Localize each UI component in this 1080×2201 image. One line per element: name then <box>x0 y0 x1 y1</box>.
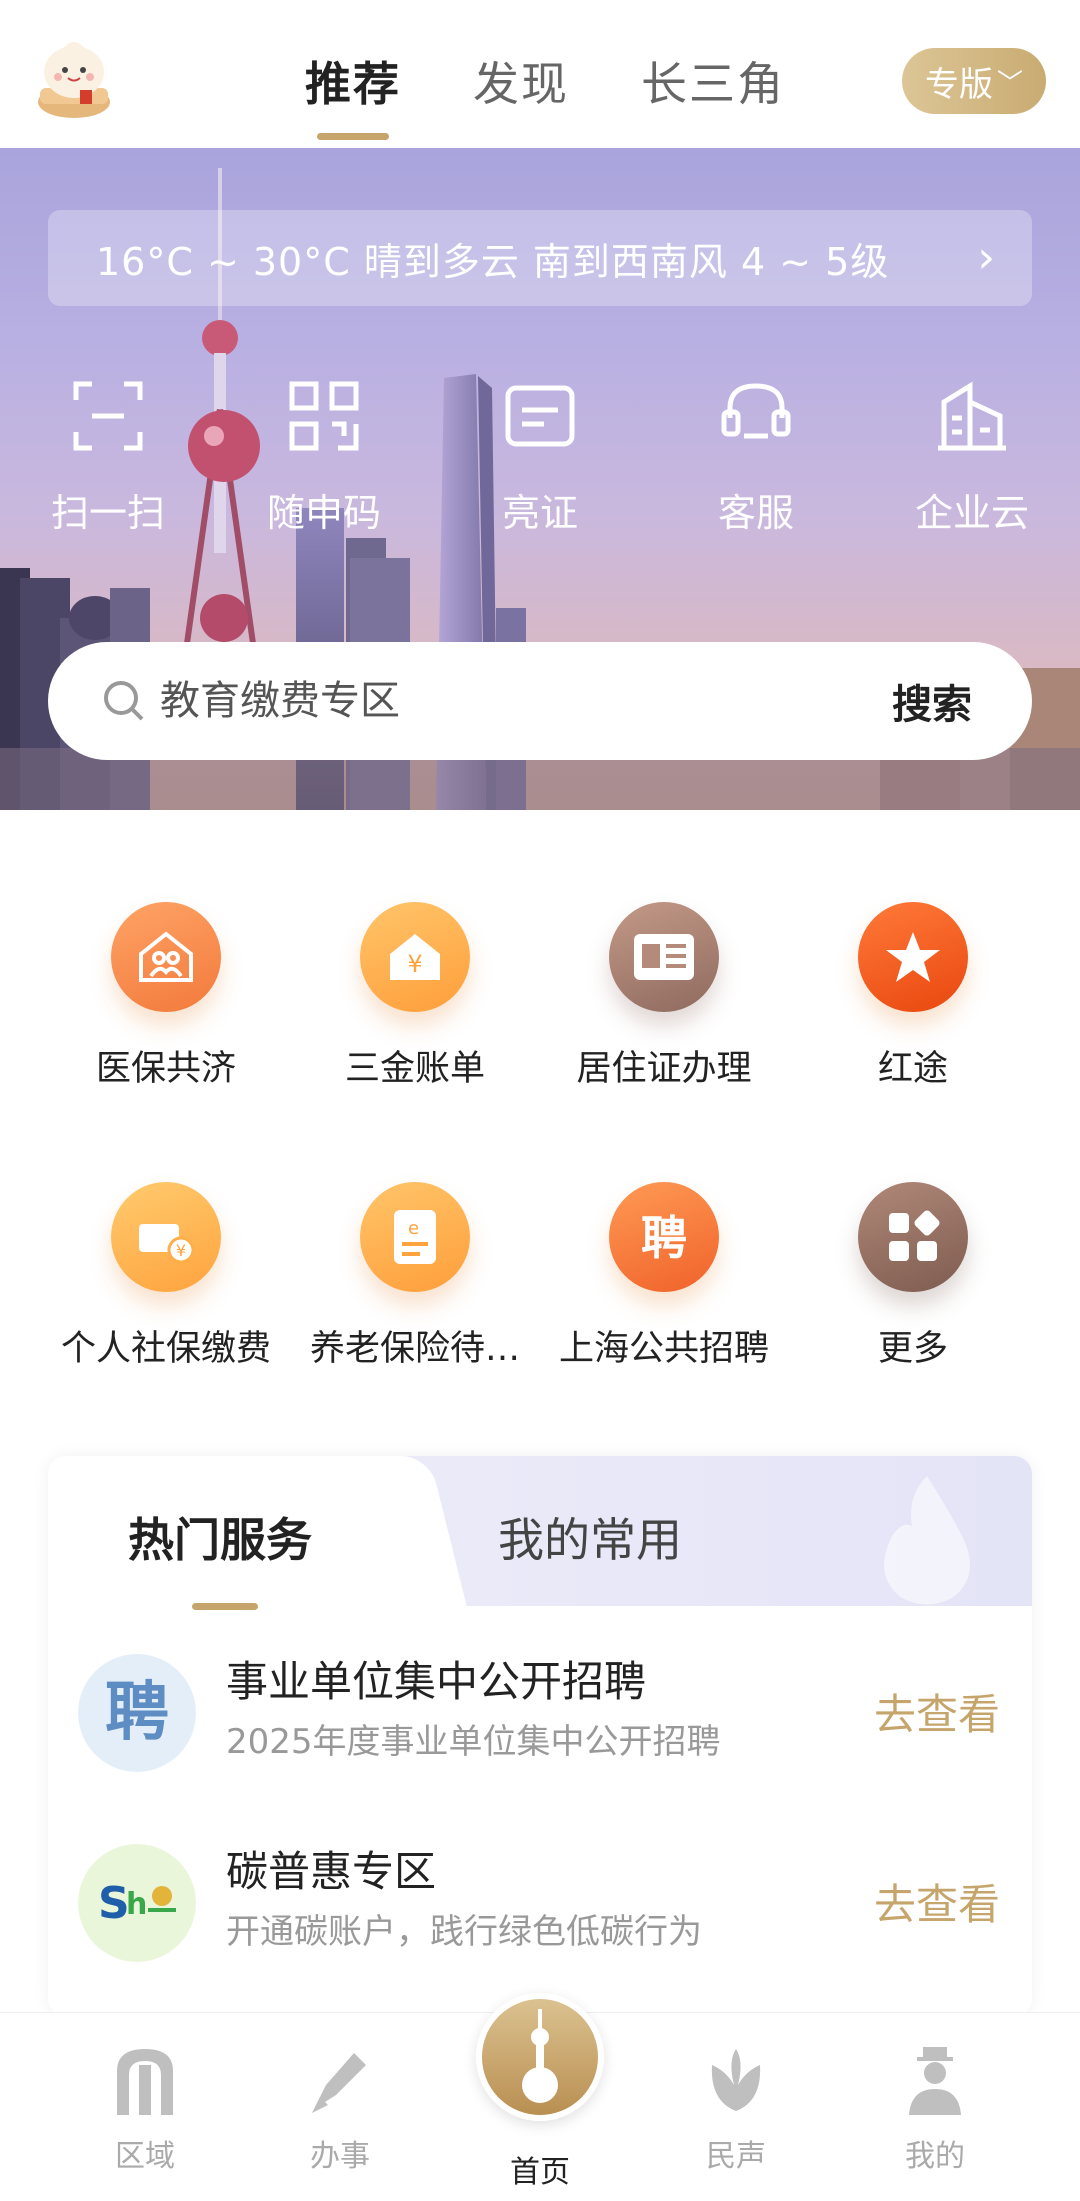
service-residence-permit[interactable]: 居住证办理 <box>539 902 789 1091</box>
quick-action-label: 客服 <box>717 491 794 535</box>
view-button[interactable]: 去查看 <box>874 1871 1000 1932</box>
yuan-house-icon: ¥ <box>360 902 470 1012</box>
service-label: 医保共济 <box>95 1049 236 1089</box>
top-bar: 推荐 发现 长三角 专版 ﹀ <box>0 0 1080 148</box>
quick-action-enterprise[interactable]: 企业云 <box>902 378 1042 537</box>
flower-icon <box>711 2049 761 2111</box>
app-page: 推荐 发现 长三角 专版 ﹀ 16°C ~ 30°C 晴到多云 南到西南风 4 … <box>0 0 1080 2201</box>
top-tabs: 推荐 发现 长三角 <box>305 48 857 114</box>
nav-affairs[interactable]: 办事 <box>240 2013 440 2175</box>
recruit-icon: 聘 <box>609 1182 719 1292</box>
quick-action-label: 扫一扫 <box>50 491 165 535</box>
tab-my-favorites[interactable]: 我的常用 <box>498 1504 682 1570</box>
hot-item-title: 碳普惠专区 <box>226 1847 437 1896</box>
pension-doc-icon: e <box>360 1182 470 1292</box>
service-pension[interactable]: e 养老保险待… <box>290 1182 540 1371</box>
flame-icon <box>884 1476 970 1605</box>
nav-label: 首页 <box>510 2155 570 2190</box>
tab-discover[interactable]: 发现 <box>473 48 569 114</box>
nav-label: 民声 <box>706 2139 766 2174</box>
quick-action-scan[interactable]: 扫一扫 <box>38 378 178 537</box>
chevron-right-icon: › <box>977 232 996 283</box>
svg-text:聘: 聘 <box>105 1675 169 1750</box>
service-label: 红途 <box>877 1049 948 1089</box>
service-more[interactable]: 更多 <box>788 1182 1038 1371</box>
scan-icon <box>73 381 143 451</box>
hot-services-card: 热门服务 我的常用 聘 事业单位集中公开招聘 2025年度事业单位集中公开招聘 … <box>48 1456 1032 2016</box>
hero-banner: 16°C ~ 30°C 晴到多云 南到西南风 4 ~ 5级 › 扫一扫 随申码 <box>0 148 1080 810</box>
quick-action-label: 亮证 <box>501 491 578 535</box>
service-social-insurance[interactable]: ¥ 个人社保缴费 <box>41 1182 291 1371</box>
nav-label: 我的 <box>905 2139 965 2174</box>
quick-action-service[interactable]: 客服 <box>686 378 826 537</box>
nav-voice[interactable]: 民声 <box>636 2013 836 2175</box>
view-button[interactable]: 去查看 <box>874 1681 1000 1742</box>
service-red-route[interactable]: 红途 <box>788 902 1038 1091</box>
service-label: 更多 <box>877 1329 948 1369</box>
search-input[interactable] <box>160 678 860 724</box>
service-label: 上海公共招聘 <box>558 1329 769 1369</box>
svg-text:e: e <box>408 1218 419 1239</box>
nav-label: 办事 <box>310 2139 370 2174</box>
quick-action-label: 随申码 <box>266 491 381 535</box>
search-icon <box>104 681 144 721</box>
svg-text:¥: ¥ <box>407 950 422 978</box>
search-bar: 搜索 <box>48 642 1032 760</box>
service-medical-mutual[interactable]: 医保共济 <box>41 902 291 1091</box>
quick-action-label: 企业云 <box>914 491 1029 535</box>
service-label: 居住证办理 <box>576 1049 752 1089</box>
weather-bar[interactable]: 16°C ~ 30°C 晴到多云 南到西南风 4 ~ 5级 › <box>48 210 1032 306</box>
quick-action-id[interactable]: 亮证 <box>470 378 610 537</box>
headset-icon <box>721 383 791 439</box>
qr-code-icon <box>289 381 359 451</box>
service-label: 个人社保缴费 <box>60 1329 271 1369</box>
social-insurance-icon: ¥ <box>111 1182 221 1292</box>
edition-label: 专版 <box>924 64 993 105</box>
svg-text:¥: ¥ <box>176 1241 186 1260</box>
svg-text:h: h <box>126 1887 147 1922</box>
nav-label: 区域 <box>115 2139 175 2174</box>
edition-button[interactable]: 专版 ﹀ <box>902 48 1046 114</box>
hot-item-subtitle: 开通碳账户，践行绿色低碳行为 <box>226 1912 702 1952</box>
residence-card-icon <box>609 902 719 1012</box>
person-icon <box>909 2047 961 2115</box>
building-icon <box>938 381 1006 451</box>
nav-region[interactable]: 区域 <box>45 2013 245 2175</box>
hot-item-carbon[interactable]: Sh 碳普惠专区 开通碳账户，践行绿色低碳行为 去查看 <box>48 1816 1032 1986</box>
region-icon <box>117 2049 173 2115</box>
nav-mine[interactable]: 我的 <box>835 2013 1035 2175</box>
service-three-funds[interactable]: ¥ 三金账单 <box>290 902 540 1091</box>
service-label: 养老保险待… <box>309 1329 520 1369</box>
more-grid-icon <box>858 1182 968 1292</box>
pen-icon <box>312 2053 366 2113</box>
tab-recommend[interactable]: 推荐 <box>305 48 401 114</box>
quick-action-qr[interactable]: 随申码 <box>254 378 394 537</box>
chevron-down-icon: ﹀ <box>996 68 1023 99</box>
carbon-logo: Sh <box>78 1844 196 1962</box>
red-star-icon <box>858 902 968 1012</box>
svg-text:聘: 聘 <box>641 1211 687 1265</box>
home-tower-icon <box>476 1993 604 2121</box>
id-card-icon <box>505 385 575 447</box>
recruit-logo: 聘 <box>78 1654 196 1772</box>
hot-item-recruitment[interactable]: 聘 事业单位集中公开招聘 2025年度事业单位集中公开招聘 去查看 <box>48 1626 1032 1796</box>
svg-text:S: S <box>98 1878 130 1929</box>
mascot-logo[interactable] <box>34 32 114 122</box>
bottom-nav: 区域 办事 首页 民声 我的 <box>0 1993 1080 2201</box>
search-button[interactable]: 搜索 <box>892 672 972 730</box>
tab-yangtze-delta[interactable]: 长三角 <box>641 48 785 114</box>
service-label: 三金账单 <box>344 1049 485 1089</box>
hot-item-title: 事业单位集中公开招聘 <box>226 1657 647 1706</box>
family-house-icon <box>111 902 221 1012</box>
weather-text: 16°C ~ 30°C 晴到多云 南到西南风 4 ~ 5级 <box>96 239 890 284</box>
nav-home[interactable]: 首页 <box>440 1993 640 2191</box>
hot-item-subtitle: 2025年度事业单位集中公开招聘 <box>226 1722 721 1762</box>
service-public-recruit[interactable]: 聘 上海公共招聘 <box>539 1182 789 1371</box>
tab-hot-services[interactable]: 热门服务 <box>128 1504 312 1610</box>
